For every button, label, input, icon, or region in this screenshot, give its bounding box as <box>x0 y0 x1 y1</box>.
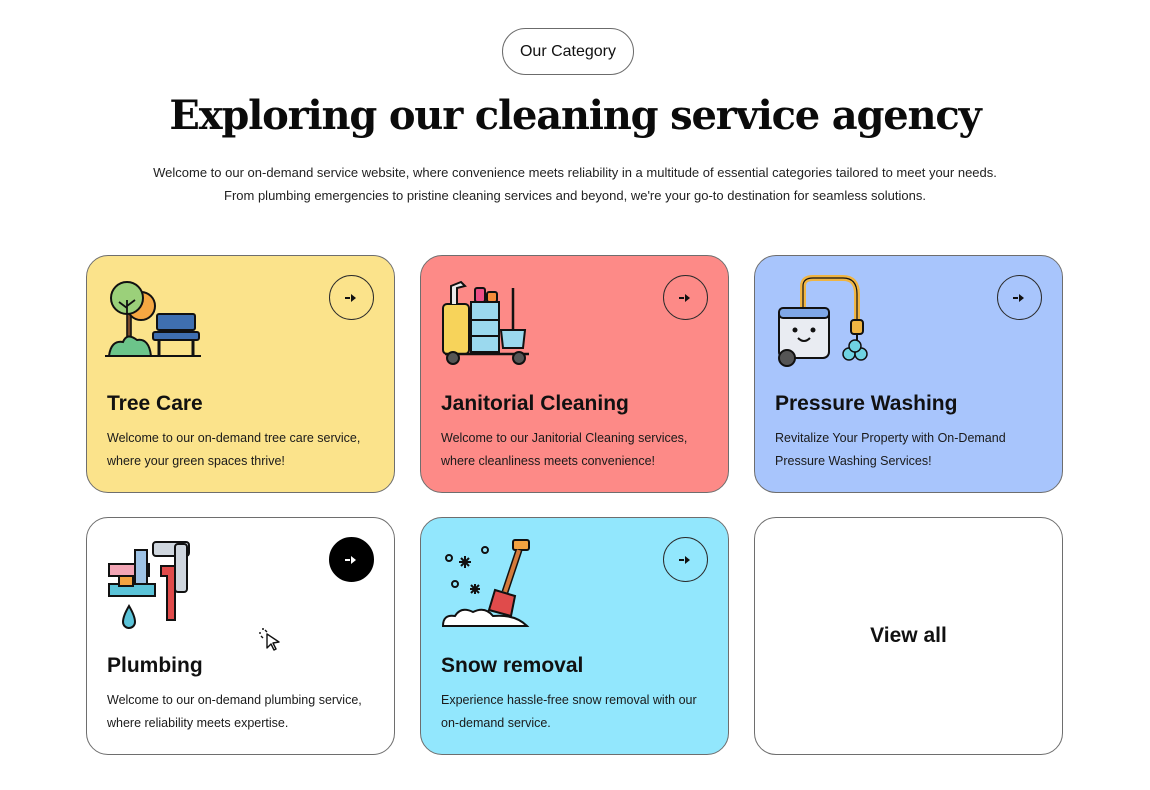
category-card-pressure-washing[interactable]: Pressure Washing Revitalize Your Propert… <box>754 255 1063 493</box>
card-title: Janitorial Cleaning <box>441 392 629 415</box>
arrow-right-icon <box>678 293 690 302</box>
card-description: Welcome to our Janitorial Cleaning servi… <box>441 431 688 468</box>
tree-care-arrow-button[interactable] <box>329 275 374 320</box>
card-title: Tree Care <box>107 392 203 415</box>
pointer-cursor-icon <box>259 628 280 651</box>
snow-removal-arrow-button[interactable] <box>663 537 708 582</box>
card-description: Welcome to our on-demand plumbing servic… <box>107 693 362 730</box>
intro-line-2: From plumbing emergencies to pristine cl… <box>224 188 926 203</box>
category-card-plumbing[interactable]: Plumbing Welcome to our on-demand plumbi… <box>86 517 395 755</box>
pipes-wrench-icon <box>108 541 190 629</box>
view-all-card[interactable]: View all <box>754 517 1063 755</box>
card-description: Revitalize Your Property with On-Demand … <box>775 431 1006 468</box>
janitor-cart-icon <box>442 280 529 365</box>
janitorial-cleaning-arrow-button[interactable] <box>663 275 708 320</box>
arrow-right-icon <box>344 555 356 564</box>
view-all-label: View all <box>870 624 947 647</box>
intro-text: Welcome to our on-demand service website… <box>120 161 1030 207</box>
arrow-right-icon <box>678 555 690 564</box>
card-description: Welcome to our on-demand tree care servi… <box>107 431 361 468</box>
category-card-tree-care[interactable]: Tree Care Welcome to our on-demand tree … <box>86 255 395 493</box>
park-tree-bench-icon <box>105 281 201 357</box>
arrow-right-icon <box>1012 293 1024 302</box>
intro-line-1: Welcome to our on-demand service website… <box>153 165 997 180</box>
card-title: Pressure Washing <box>775 392 958 415</box>
card-description: Experience hassle-free snow removal with… <box>441 693 697 730</box>
plumbing-arrow-button[interactable] <box>329 537 374 582</box>
category-card-snow-removal[interactable]: Snow removal Experience hassle-free snow… <box>420 517 729 755</box>
pressure-washer-icon <box>778 275 868 367</box>
category-card-janitorial-cleaning[interactable]: Janitorial Cleaning Welcome to our Janit… <box>420 255 729 493</box>
snow-shovel-icon <box>441 539 530 627</box>
arrow-right-icon <box>344 293 356 302</box>
category-pill: Our Category <box>502 28 634 75</box>
card-title: Snow removal <box>441 654 584 677</box>
page-title: Exploring our cleaning service agency <box>169 92 981 139</box>
card-title: Plumbing <box>107 654 203 677</box>
pressure-washing-arrow-button[interactable] <box>997 275 1042 320</box>
